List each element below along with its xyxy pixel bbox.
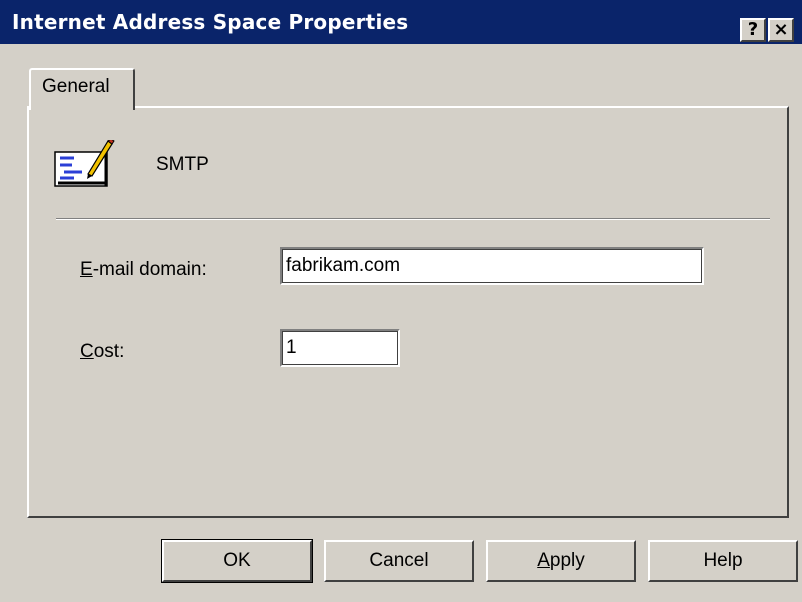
properties-dialog: Internet Address Space Properties ? × Ge… [0,0,802,602]
cost-label: Cost: [80,341,125,362]
tab-general-label: General [42,76,110,97]
smtp-connector-icon [54,140,115,187]
window-title: Internet Address Space Properties [12,10,409,34]
address-type-label: SMTP [156,154,209,175]
help-icon[interactable]: ? [740,18,766,42]
general-tab-panel [27,106,789,518]
email-domain-label: E-mail domain: [80,259,207,280]
apply-button[interactable]: Apply [486,540,636,582]
cost-input[interactable]: 1 [280,329,400,367]
title-bar[interactable]: Internet Address Space Properties ? × [0,0,802,44]
help-button[interactable]: Help [648,540,798,582]
cancel-button[interactable]: Cancel [324,540,474,582]
tab-general[interactable]: General [29,68,135,110]
email-domain-input[interactable]: fabrikam.com [280,247,704,285]
separator [56,218,770,220]
ok-button[interactable]: OK [161,539,313,583]
close-icon[interactable]: × [768,18,794,42]
